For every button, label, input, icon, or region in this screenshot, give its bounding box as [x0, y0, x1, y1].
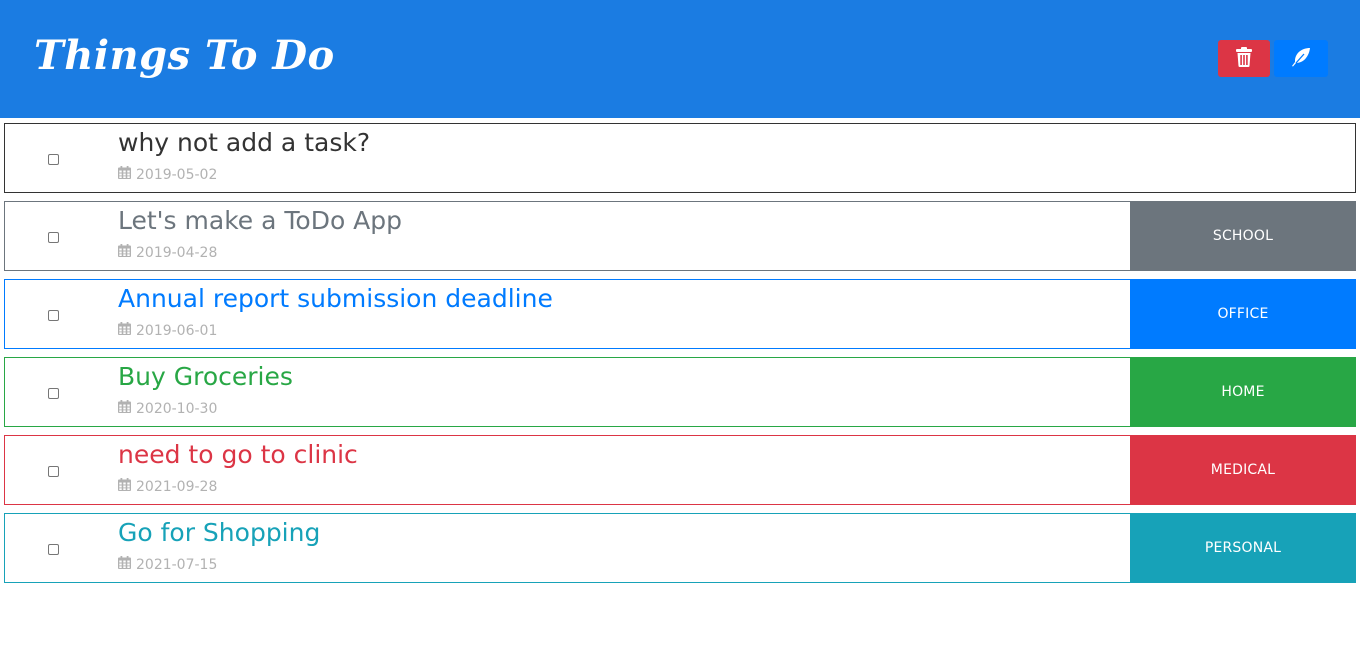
todo-title[interactable]: Annual report submission deadline — [118, 283, 553, 315]
calendar-icon — [118, 166, 136, 184]
todo-item: Annual report submission deadline 2019-06… — [4, 279, 1356, 349]
todo-date: 2021-09-28 — [118, 478, 217, 496]
todo-date-text: 2019-05-02 — [136, 167, 218, 183]
todo-category-tag[interactable]: HOME — [1130, 357, 1356, 427]
todo-checkbox[interactable] — [48, 154, 59, 165]
todo-checkbox[interactable] — [48, 466, 59, 477]
todo-checkbox[interactable] — [48, 310, 59, 321]
todo-date-text: 2019-06-01 — [136, 323, 218, 339]
todo-date: 2021-07-15 — [118, 556, 217, 574]
todo-item: why not add a task? 2019-05-02 — [4, 123, 1356, 193]
calendar-icon — [118, 556, 136, 574]
calendar-icon — [118, 478, 136, 496]
todo-date: 2020-10-30 — [118, 400, 217, 418]
todo-title[interactable]: Buy Groceries — [118, 361, 293, 393]
todo-item: Let's make a ToDo App 2019-04-28 SCHOOL — [4, 201, 1356, 271]
todo-title[interactable]: need to go to clinic — [118, 439, 358, 471]
todo-category-tag[interactable]: PERSONAL — [1130, 513, 1356, 583]
todo-date-text: 2021-07-15 — [136, 557, 218, 573]
todo-category-tag[interactable]: SCHOOL — [1130, 201, 1356, 271]
todo-item: need to go to clinic 2021-09-28 MEDICAL — [4, 435, 1356, 505]
todo-category-tag[interactable]: MEDICAL — [1130, 435, 1356, 505]
todo-date-text: 2021-09-28 — [136, 479, 218, 495]
todo-date: 2019-05-02 — [118, 166, 217, 184]
calendar-icon — [118, 400, 136, 418]
feather-icon — [1291, 47, 1311, 70]
add-task-button[interactable] — [1274, 40, 1328, 77]
todo-checkbox[interactable] — [48, 388, 59, 399]
todo-date-text: 2019-04-28 — [136, 245, 218, 261]
delete-button[interactable] — [1218, 40, 1270, 77]
todo-title[interactable]: why not add a task? — [118, 127, 370, 159]
app-title: Things To Do — [34, 32, 335, 79]
todo-checkbox[interactable] — [48, 232, 59, 243]
trash-icon — [1236, 47, 1252, 70]
todo-list: why not add a task? 2019-05-02 Let's make … — [4, 123, 1356, 591]
todo-date-text: 2020-10-30 — [136, 401, 218, 417]
calendar-icon — [118, 244, 136, 262]
todo-checkbox[interactable] — [48, 544, 59, 555]
todo-date: 2019-06-01 — [118, 322, 217, 340]
app-header: Things To Do — [0, 0, 1360, 118]
todo-category-tag[interactable]: OFFICE — [1130, 279, 1356, 349]
todo-title[interactable]: Go for Shopping — [118, 517, 320, 549]
todo-title[interactable]: Let's make a ToDo App — [118, 205, 402, 237]
todo-date: 2019-04-28 — [118, 244, 217, 262]
todo-item: Buy Groceries 2020-10-30 HOME — [4, 357, 1356, 427]
todo-item: Go for Shopping 2021-07-15 PERSONAL — [4, 513, 1356, 583]
calendar-icon — [118, 322, 136, 340]
